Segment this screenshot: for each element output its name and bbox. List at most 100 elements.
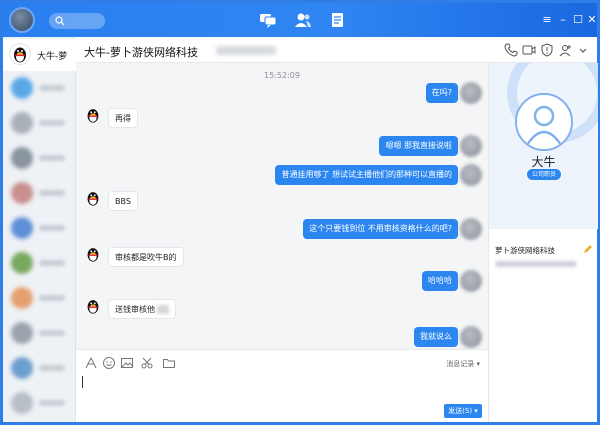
message-bubble-incoming[interactable]: 审核都是吹牛B的 (108, 247, 184, 267)
text-caret (82, 376, 83, 388)
my-message-avatar (460, 82, 482, 104)
contact-item[interactable] (9, 357, 69, 381)
contact-avatar (11, 287, 33, 309)
tab-contacts[interactable] (294, 12, 312, 28)
tab-messages[interactable] (250, 12, 286, 40)
penguin-avatar (9, 43, 31, 65)
menu-icon[interactable]: ≡ (541, 14, 553, 26)
message-redaction (157, 305, 169, 314)
my-message-avatar (460, 218, 482, 240)
profile-name: 大牛 (531, 155, 556, 169)
message-bubble-outgoing[interactable]: 哈哈哈 (422, 271, 458, 291)
font-icon[interactable] (84, 356, 98, 370)
contact-avatar (11, 147, 33, 169)
title-bar: ≡ – ☐ ✕ (3, 3, 598, 40)
contact-item[interactable] (9, 182, 69, 206)
send-button[interactable]: 发送(S) ▾ (444, 404, 482, 418)
contact-item[interactable] (9, 147, 69, 171)
message-text: 再得 (115, 114, 131, 123)
chat-header: 大牛-萝卜游侠网络科技 (76, 37, 597, 63)
message-history-link[interactable]: 消息记录 ▾ (446, 359, 480, 369)
contact-avatar (11, 77, 33, 99)
message-text: BBS (115, 197, 131, 206)
my-message-avatar (460, 270, 482, 292)
message-bubble-incoming[interactable]: 再得 (108, 108, 138, 128)
message-text: 我就说么 (420, 332, 452, 341)
message-text: 嗯嗯 那我直接说啦 (385, 141, 452, 150)
add-user-icon[interactable] (559, 43, 573, 57)
title-redaction (216, 46, 276, 55)
profile-role-badge: 公司职员 (527, 169, 561, 180)
maximize-icon[interactable]: ☐ (572, 14, 584, 26)
document-icon (332, 13, 343, 27)
chat-bubble-icon (260, 14, 277, 28)
my-message-avatar (460, 135, 482, 157)
message-text: 在吗? (431, 88, 452, 97)
penguin-avatar (84, 297, 102, 315)
contact-name-redacted (39, 295, 65, 301)
message-bubble-incoming[interactable]: BBS (108, 191, 138, 211)
message-text: 普通挂用够了 想试试主播他们的那种可以直播的 (281, 170, 452, 179)
penguin-avatar (84, 106, 102, 124)
edit-icon[interactable] (583, 244, 593, 254)
my-message-avatar (460, 326, 482, 348)
message-text: 这个只要钱到位 不用审核资格什么的吧? (309, 224, 452, 233)
contacts-icon (295, 13, 311, 27)
image-icon[interactable] (120, 356, 134, 370)
contact-item[interactable] (9, 392, 69, 416)
message-list: 15:52:09 在吗? 再得嗯嗯 那我直接说啦普通挂用够了 想试试主播他们的那种… (76, 63, 488, 349)
contact-name-redacted (39, 260, 65, 266)
tab-documents[interactable] (329, 12, 347, 28)
message-bubble-outgoing[interactable]: 在吗? (425, 83, 458, 103)
folder-icon[interactable] (162, 356, 176, 370)
message-bubble-incoming[interactable]: 送钱审核他 (108, 299, 176, 319)
message-bubble-outgoing[interactable]: 嗯嗯 那我直接说啦 (379, 136, 458, 156)
group-name: 萝卜游侠网络科技 (495, 246, 555, 255)
chat-window: ≡ – ☐ ✕ 大牛-萝 大牛-萝卜游侠网络科技 15:52:09 在吗? 再得… (0, 0, 600, 425)
scissors-icon[interactable] (140, 356, 154, 370)
phone-icon[interactable] (504, 43, 518, 57)
contact-name-redacted (39, 225, 65, 231)
profile-card: 大牛 公司职员 (489, 63, 598, 229)
emoji-icon[interactable] (102, 356, 116, 370)
contact-item[interactable] (9, 77, 69, 101)
contact-avatar (11, 112, 33, 134)
contact-name: 大牛-萝 (37, 52, 68, 62)
contact-avatar (11, 357, 33, 379)
contact-name-redacted (39, 330, 65, 336)
penguin-avatar (84, 245, 102, 263)
message-timestamp: 15:52:09 (264, 71, 300, 80)
group-detail-redacted (495, 261, 577, 267)
my-message-avatar (460, 164, 482, 186)
message-bubble-outgoing[interactable]: 普通挂用够了 想试试主播他们的那种可以直播的 (275, 165, 458, 185)
more-icon[interactable] (576, 43, 590, 57)
minimize-icon[interactable]: – (557, 14, 569, 26)
chat-title: 大牛-萝卜游侠网络科技 (84, 46, 198, 59)
contact-name-redacted (39, 155, 65, 161)
contact-name-redacted (39, 120, 65, 126)
shield-icon[interactable] (540, 43, 554, 57)
message-bubble-outgoing[interactable]: 我就说么 (414, 327, 458, 347)
contact-avatar (11, 392, 33, 414)
contact-avatar (11, 322, 33, 344)
contact-item[interactable] (9, 322, 69, 346)
contact-name-redacted (39, 85, 65, 91)
penguin-avatar (84, 189, 102, 207)
contact-item-active[interactable]: 大牛-萝 (3, 39, 76, 71)
contact-item[interactable] (9, 287, 69, 311)
contact-name-redacted (39, 365, 65, 371)
contact-item[interactable] (9, 252, 69, 276)
search-input[interactable] (49, 13, 105, 29)
contact-avatar (11, 252, 33, 274)
profile-panel: 大牛 公司职员 萝卜游侠网络科技 (488, 63, 598, 422)
contact-name-redacted (39, 400, 65, 406)
my-avatar[interactable] (9, 7, 35, 33)
search-icon (55, 16, 65, 26)
video-icon[interactable] (522, 43, 536, 57)
input-area: 消息记录 ▾ 发送(S) ▾ (76, 349, 488, 422)
contact-item[interactable] (9, 217, 69, 241)
contact-item[interactable] (9, 112, 69, 136)
close-icon[interactable]: ✕ (586, 14, 598, 26)
message-bubble-outgoing[interactable]: 这个只要钱到位 不用审核资格什么的吧? (303, 219, 458, 239)
contact-avatar (11, 217, 33, 239)
